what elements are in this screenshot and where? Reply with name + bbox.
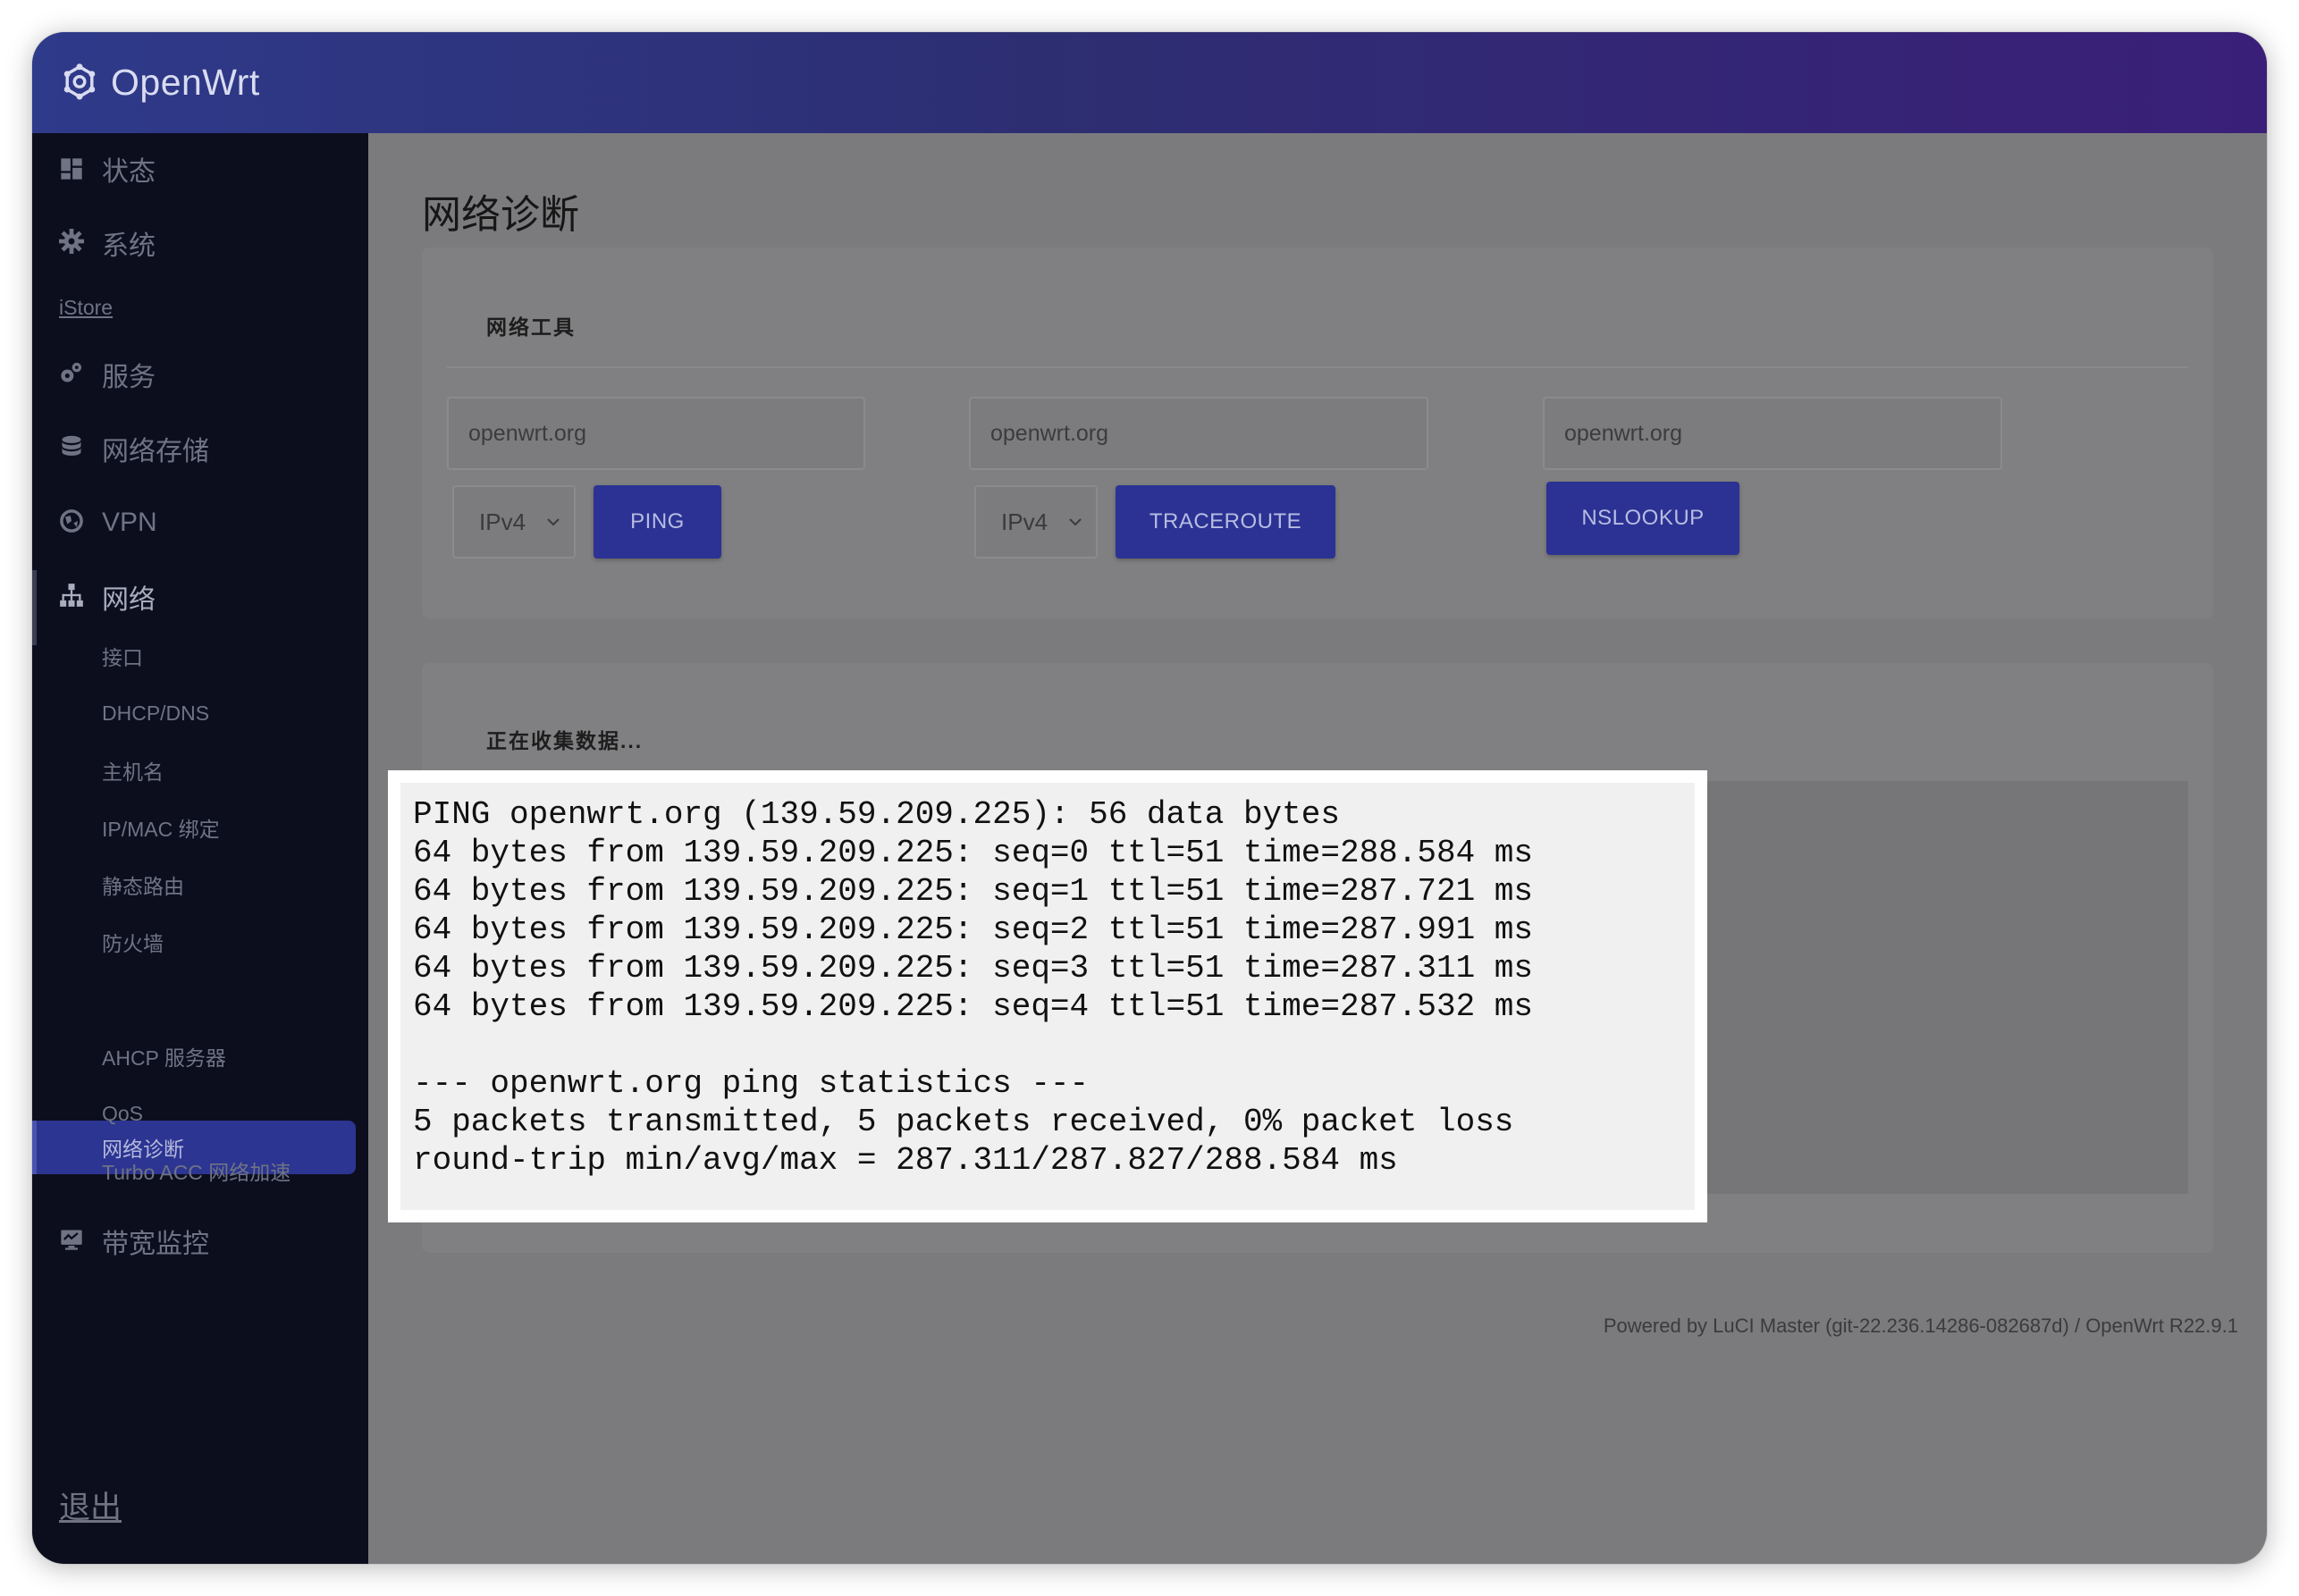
main-content: 网络诊断 网络工具 IPv4 PING IPv4 TRACEROUTE NSLO… — [368, 133, 2267, 1564]
sidebar-subitem-label: QoS — [102, 1101, 144, 1125]
ping-button[interactable]: PING — [594, 485, 721, 559]
cogs-icon — [61, 362, 82, 382]
openwrt-logo-icon — [63, 63, 96, 100]
sidebar-subitem-hostnames[interactable]: 主机名 — [32, 757, 368, 784]
sidebar-subitem-label: IP/MAC 绑定 — [102, 818, 220, 841]
globe-icon — [60, 509, 83, 533]
sidebar-item-bandwidth[interactable]: 带宽监控 — [32, 1223, 368, 1259]
sidebar-subitem-label: 防火墙 — [102, 932, 164, 955]
select-value: IPv4 — [479, 508, 526, 535]
section-title: 网络工具 — [486, 315, 576, 339]
ping-output: PING openwrt.org (139.59.209.225): 56 da… — [413, 796, 1534, 1179]
sidebar-subitem-label: AHCP 服务器 — [102, 1046, 226, 1070]
sidebar-subitem-turbo-acc[interactable]: Turbo ACC 网络加速 — [32, 1157, 368, 1184]
sidebar-subitem-ip-mac-binding[interactable]: IP/MAC 绑定 — [32, 814, 368, 841]
output-highlight-card: PING openwrt.org (139.59.209.225): 56 da… — [388, 770, 1707, 1222]
sidebar-item-label: 系统 — [102, 231, 156, 261]
sidebar-subitem-static-routes[interactable]: 静态路由 — [32, 871, 368, 898]
sidebar-item-label: 带宽监控 — [102, 1230, 209, 1259]
nslookup-button[interactable]: NSLOOKUP — [1546, 482, 1739, 555]
dashboard-icon — [61, 158, 82, 180]
select-value: IPv4 — [1001, 508, 1048, 535]
sidebar-item-system[interactable]: 系统 — [32, 225, 368, 261]
brand-name: OpenWrt — [111, 61, 260, 103]
chevron-down-icon — [547, 518, 560, 526]
logout-link[interactable]: 退出 — [59, 1483, 122, 1528]
sidebar-subitem-label: Turbo ACC 网络加速 — [102, 1161, 291, 1184]
sitemap-icon — [60, 584, 83, 607]
sidebar-item-label: VPN — [102, 508, 157, 537]
sidebar-subitem-dhcp-dns[interactable]: DHCP/DNS — [32, 700, 368, 727]
traceroute-family-select[interactable]: IPv4 — [974, 485, 1098, 559]
sidebar-subitem-label: 静态路由 — [102, 875, 184, 898]
page-title: 网络诊断 — [422, 193, 579, 237]
status-label: 正在收集数据... — [486, 729, 644, 752]
sidebar: 状态 系统 iStore 服务 网络存储 VPN 网络 接口 DHCP/DNS … — [32, 133, 368, 1564]
sidebar-item-label: 网络存储 — [102, 437, 209, 466]
sidebar-subitem-label: DHCP/DNS — [102, 701, 210, 725]
brand-logo[interactable]: OpenWrt — [59, 55, 260, 109]
sidebar-subitem-firewall[interactable]: 防火墙 — [32, 928, 368, 955]
chevron-down-icon — [1069, 518, 1082, 526]
monitor-icon — [61, 1230, 82, 1250]
sidebar-item-vpn[interactable]: VPN — [32, 505, 368, 541]
header-bar: OpenWrt — [32, 32, 2267, 133]
traceroute-host-input[interactable] — [969, 397, 1428, 470]
sidebar-item-storage[interactable]: 网络存储 — [32, 431, 368, 466]
nslookup-host-input[interactable] — [1543, 397, 2002, 470]
sidebar-subitem-label: 接口 — [102, 646, 143, 669]
output-box: PING openwrt.org (139.59.209.225): 56 da… — [400, 783, 1695, 1210]
sidebar-item-istore[interactable]: iStore — [32, 294, 368, 321]
gear-icon — [59, 229, 84, 254]
sidebar-item-services[interactable]: 服务 — [32, 357, 368, 392]
app-window: OpenWrt 状态 系统 iStore 服务 网络存储 VPN 网络 接口 D… — [32, 32, 2267, 1564]
divider — [447, 366, 2188, 368]
network-tools-panel: 网络工具 IPv4 PING IPv4 TRACEROUTE NSLOOKUP — [422, 248, 2213, 618]
sidebar-item-status[interactable]: 状态 — [32, 151, 368, 187]
sidebar-subitem-interfaces[interactable]: 接口 — [32, 643, 368, 669]
traceroute-button[interactable]: TRACEROUTE — [1116, 485, 1335, 559]
sidebar-subitem-label: 主机名 — [102, 760, 164, 784]
ping-host-input[interactable] — [447, 397, 865, 470]
sidebar-subitem-ahcp-server[interactable]: AHCP 服务器 — [32, 1043, 368, 1070]
sidebar-item-network[interactable]: 网络 — [32, 570, 368, 645]
output-panel: 正在收集数据... PING openwrt.org (139.59.209.2… — [388, 663, 2213, 1253]
sidebar-subitem-qos[interactable]: QoS — [32, 1100, 368, 1127]
footer-text: Powered by LuCI Master (git-22.236.14286… — [1603, 1315, 2238, 1337]
sidebar-item-label: iStore — [59, 295, 114, 319]
sidebar-item-label: 状态 — [102, 157, 156, 187]
sidebar-item-label: 服务 — [102, 363, 156, 392]
sidebar-item-label: 网络 — [102, 585, 156, 615]
ping-family-select[interactable]: IPv4 — [452, 485, 576, 559]
database-icon — [62, 435, 81, 456]
